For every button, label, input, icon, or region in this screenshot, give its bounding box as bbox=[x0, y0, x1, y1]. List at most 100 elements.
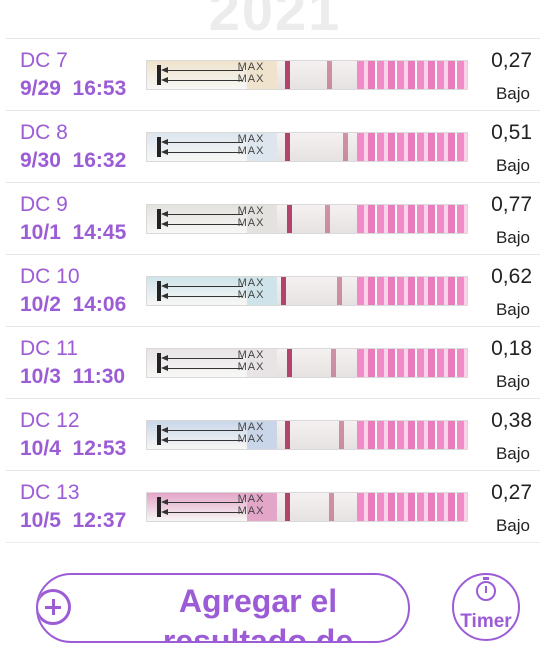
strip-pink-end bbox=[357, 133, 467, 161]
lh-ratio-value: 0,18 bbox=[491, 337, 532, 360]
test-strip-photo[interactable]: MAX MAX bbox=[147, 133, 467, 161]
test-line bbox=[329, 493, 334, 521]
strip-max-label: MAX bbox=[237, 205, 265, 217]
strip-arrowhead bbox=[161, 437, 168, 443]
test-result-row[interactable]: DC 10 10/2 14:06 MAX MAX 0,62 Bajo bbox=[6, 254, 540, 326]
strip-arrowhead bbox=[161, 509, 168, 515]
lh-ratio-value: 0,27 bbox=[491, 49, 532, 72]
strip-result-window bbox=[277, 61, 365, 89]
strip-arrowhead bbox=[161, 499, 168, 505]
test-date: 10/4 bbox=[20, 437, 61, 460]
test-result-row[interactable]: DC 8 9/30 16:32 MAX MAX 0,51 Bajo bbox=[6, 110, 540, 182]
strip-pink-end bbox=[357, 277, 467, 305]
test-strip-photo[interactable]: MAX MAX bbox=[147, 493, 467, 521]
test-date: 10/3 bbox=[20, 365, 61, 388]
test-result-row[interactable]: DC 7 9/29 16:53 MAX MAX 0,27 Bajo bbox=[6, 38, 540, 110]
strip-max-label: MAX bbox=[237, 133, 265, 145]
timer-label: Timer bbox=[460, 611, 512, 632]
cycle-day: DC 8 bbox=[20, 121, 68, 144]
strip-result-window bbox=[277, 421, 365, 449]
strip-arrowhead bbox=[161, 77, 168, 83]
test-time: 11:30 bbox=[72, 365, 126, 388]
test-date: 10/5 bbox=[20, 509, 61, 532]
lh-level-label: Bajo bbox=[495, 84, 530, 103]
control-line bbox=[281, 277, 286, 305]
test-datetime: 10/5 12:37 bbox=[20, 509, 126, 533]
strip-arrowhead bbox=[161, 365, 168, 371]
strip-max-label: MAX bbox=[237, 421, 265, 433]
test-line bbox=[331, 349, 336, 377]
control-line bbox=[287, 205, 292, 233]
test-result-row[interactable]: DC 12 10/4 12:53 MAX MAX 0,38 Bajo bbox=[6, 398, 540, 470]
test-datetime: 10/1 14:45 bbox=[20, 221, 126, 245]
test-datetime: 10/4 12:53 bbox=[20, 437, 126, 461]
test-result-row[interactable]: DC 13 10/5 12:37 MAX MAX 0,27 Bajo bbox=[6, 470, 540, 543]
lh-level-label: Bajo bbox=[495, 156, 530, 175]
strip-arrowhead bbox=[161, 221, 168, 227]
strip-pink-end bbox=[357, 493, 467, 521]
cycle-day: DC 9 bbox=[20, 193, 68, 216]
strip-result-window bbox=[277, 493, 365, 521]
cycle-day: DC 7 bbox=[20, 49, 68, 72]
lh-ratio-value: 0,62 bbox=[491, 265, 532, 288]
cycle-day: DC 12 bbox=[20, 409, 80, 432]
lh-level-label: Bajo bbox=[495, 516, 530, 535]
strip-result-window bbox=[277, 133, 365, 161]
test-line bbox=[325, 205, 330, 233]
strip-pink-end bbox=[357, 61, 467, 89]
strip-arrowhead bbox=[161, 139, 168, 145]
test-time: 16:32 bbox=[72, 149, 127, 172]
test-strip-photo[interactable]: MAX MAX bbox=[147, 349, 467, 377]
test-strip-photo[interactable]: MAX MAX bbox=[147, 61, 467, 89]
add-result-label: Agregar el resultado de bbox=[162, 583, 354, 643]
lh-level-label: Bajo bbox=[495, 300, 530, 319]
control-line bbox=[285, 421, 290, 449]
strip-max-label: MAX bbox=[237, 433, 265, 445]
strip-max-label: MAX bbox=[237, 277, 265, 289]
strip-arrowhead bbox=[161, 211, 168, 217]
test-line bbox=[327, 61, 332, 89]
test-strip-photo[interactable]: MAX MAX bbox=[147, 277, 467, 305]
strip-result-window bbox=[277, 277, 365, 305]
strip-pink-end bbox=[357, 349, 467, 377]
control-line bbox=[287, 349, 292, 377]
cycle-day: DC 11 bbox=[20, 337, 78, 360]
strip-max-label: MAX bbox=[237, 505, 265, 517]
strip-arrowhead bbox=[161, 283, 168, 289]
test-line bbox=[337, 277, 342, 305]
test-datetime: 10/3 11:30 bbox=[20, 365, 125, 389]
test-line bbox=[343, 133, 348, 161]
strip-arrowhead bbox=[161, 149, 168, 155]
lh-level-label: Bajo bbox=[495, 228, 530, 247]
strip-max-label: MAX bbox=[237, 361, 265, 373]
strip-max-label: MAX bbox=[237, 493, 265, 505]
test-result-list: DC 7 9/29 16:53 MAX MAX 0,27 Bajo DC 8 9… bbox=[6, 38, 540, 543]
lh-ratio-value: 0,38 bbox=[491, 409, 532, 432]
test-date: 10/1 bbox=[20, 221, 61, 244]
year-header: 2021 bbox=[208, 0, 342, 42]
strip-max-label: MAX bbox=[237, 289, 265, 301]
test-strip-photo[interactable]: MAX MAX bbox=[147, 205, 467, 233]
test-result-row[interactable]: DC 11 10/3 11:30 MAX MAX 0,18 Bajo bbox=[6, 326, 540, 398]
lh-level-label: Bajo bbox=[495, 372, 530, 391]
strip-arrowhead bbox=[161, 67, 168, 73]
test-datetime: 9/30 16:32 bbox=[20, 149, 126, 173]
test-time: 14:45 bbox=[72, 221, 127, 244]
control-line bbox=[285, 133, 290, 161]
strip-max-label: MAX bbox=[237, 145, 265, 157]
test-result-row[interactable]: DC 9 10/1 14:45 MAX MAX 0,77 Bajo bbox=[6, 182, 540, 254]
strip-max-label: MAX bbox=[237, 61, 265, 73]
test-date: 10/2 bbox=[20, 293, 61, 316]
lh-level-label: Bajo bbox=[495, 444, 530, 463]
lh-ratio-value: 0,27 bbox=[491, 481, 532, 504]
timer-button[interactable]: Timer bbox=[452, 573, 520, 641]
test-time: 12:37 bbox=[72, 509, 127, 532]
test-strip-photo[interactable]: MAX MAX bbox=[147, 421, 467, 449]
test-datetime: 10/2 14:06 bbox=[20, 293, 126, 317]
add-result-button[interactable]: Agregar el resultado de bbox=[36, 573, 410, 643]
cycle-day: DC 13 bbox=[20, 481, 80, 504]
test-time: 16:53 bbox=[72, 77, 127, 100]
strip-arrowhead bbox=[161, 355, 168, 361]
test-date: 9/29 bbox=[20, 77, 61, 100]
test-datetime: 9/29 16:53 bbox=[20, 77, 126, 101]
